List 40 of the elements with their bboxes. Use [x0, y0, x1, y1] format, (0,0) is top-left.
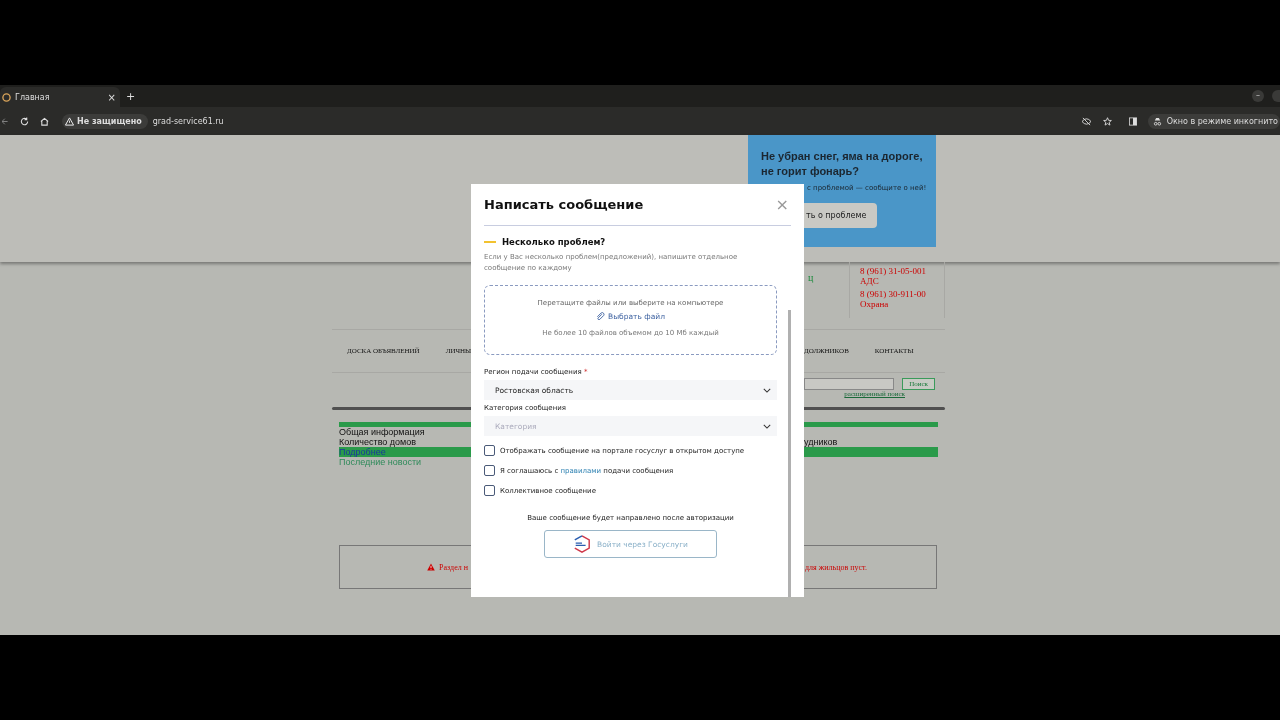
gosuslugi-logo-icon — [573, 535, 592, 553]
phone-label: АДС — [860, 276, 880, 286]
checkbox[interactable] — [484, 485, 495, 496]
scrollbar[interactable] — [788, 310, 791, 597]
info-text[interactable]: Количество домов — [339, 437, 471, 447]
minimize-button[interactable]: – — [1252, 90, 1264, 102]
security-chip[interactable]: Не защищено — [62, 113, 148, 129]
tab-title: Главная — [15, 92, 51, 102]
notice-title: Несколько проблем? — [502, 237, 606, 247]
close-tab-button[interactable]: × — [107, 91, 116, 103]
security-label: Не защищено — [77, 116, 142, 126]
chevron-down-icon — [763, 423, 771, 429]
dialog-title: Написать сообщение — [484, 197, 644, 212]
warning-icon — [65, 116, 74, 126]
new-tab-button[interactable]: + — [126, 90, 136, 103]
incognito-label: Окно в режиме инкогнито — [1166, 116, 1278, 126]
chevron-down-icon — [763, 387, 771, 393]
warning-icon — [427, 563, 436, 571]
browser-tab[interactable]: Главная × — [0, 87, 120, 107]
star-icon[interactable] — [1102, 116, 1112, 126]
url-text[interactable]: grad-service61.ru — [152, 116, 224, 126]
checkbox[interactable] — [484, 465, 495, 476]
home-icon[interactable] — [40, 116, 49, 126]
checkbox[interactable] — [484, 445, 495, 456]
sidebar-icon[interactable] — [1128, 116, 1137, 126]
search-field[interactable] — [804, 378, 895, 390]
eye-off-icon[interactable] — [1080, 116, 1092, 126]
warning-text: для жильцов пуст. — [805, 562, 868, 572]
back-arrow-icon[interactable] — [2, 116, 9, 126]
warning-text: Раздел н — [439, 562, 468, 572]
incognito-chip[interactable]: Окно в режиме инкогнито — [1147, 113, 1280, 129]
info-text: удников — [804, 437, 839, 447]
phone-label: Охрана — [860, 299, 890, 309]
incognito-icon — [1152, 116, 1162, 126]
reload-icon[interactable] — [20, 116, 29, 126]
accent-line — [484, 241, 496, 243]
site-favicon-icon — [2, 92, 11, 102]
banner-title: Не убран снег, яма на дороге, не горит фонарь? — [761, 149, 924, 179]
paperclip-icon — [596, 312, 606, 321]
info-text[interactable]: Общая информация — [339, 427, 471, 437]
